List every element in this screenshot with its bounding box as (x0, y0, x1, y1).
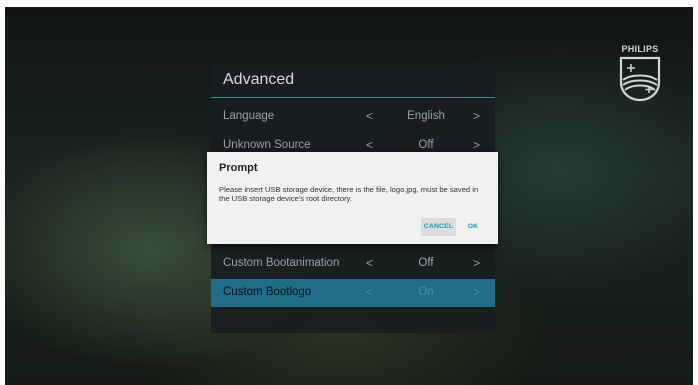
panel-title: Advanced (223, 71, 295, 88)
brand-name: PHILIPS (621, 44, 659, 54)
philips-shield-icon (619, 56, 661, 102)
setting-label: Language (223, 110, 275, 122)
prompt-dialog: Prompt Please insert USB storage device,… (207, 152, 498, 244)
setting-value: Off (418, 139, 434, 151)
chevron-left-icon[interactable]: < (366, 256, 373, 270)
chevron-left-icon[interactable]: < (366, 285, 373, 299)
philips-logo: PHILIPS (615, 44, 665, 102)
screen-border-left (0, 0, 5, 385)
setting-row-custom-bootanimation[interactable]: Custom Bootanimation < Off > (211, 250, 495, 278)
screen-border-top (0, 0, 698, 7)
dialog-message: Please insert USB storage device, there … (219, 185, 479, 203)
setting-value: Off (418, 257, 434, 269)
setting-label: Custom Bootlogo (223, 286, 312, 298)
title-divider (211, 97, 495, 98)
cancel-button[interactable]: CANCEL (421, 218, 456, 236)
dialog-title: Prompt (219, 162, 258, 174)
setting-value: On (418, 286, 434, 298)
chevron-left-icon[interactable]: < (366, 109, 373, 123)
chevron-right-icon[interactable]: > (473, 285, 480, 299)
setting-label: Unknown Source (223, 139, 311, 151)
setting-row-custom-bootlogo[interactable]: Custom Bootlogo < On > (211, 279, 495, 307)
setting-value: English (407, 110, 445, 122)
chevron-right-icon[interactable]: > (473, 109, 480, 123)
ok-button[interactable]: OK (463, 218, 483, 236)
chevron-right-icon[interactable]: > (473, 256, 480, 270)
setting-label: Custom Bootanimation (223, 257, 340, 269)
screen-border-right (693, 0, 698, 385)
setting-row-language[interactable]: Language < English > (211, 103, 495, 131)
chevron-right-icon[interactable]: > (473, 138, 480, 152)
chevron-left-icon[interactable]: < (366, 138, 373, 152)
